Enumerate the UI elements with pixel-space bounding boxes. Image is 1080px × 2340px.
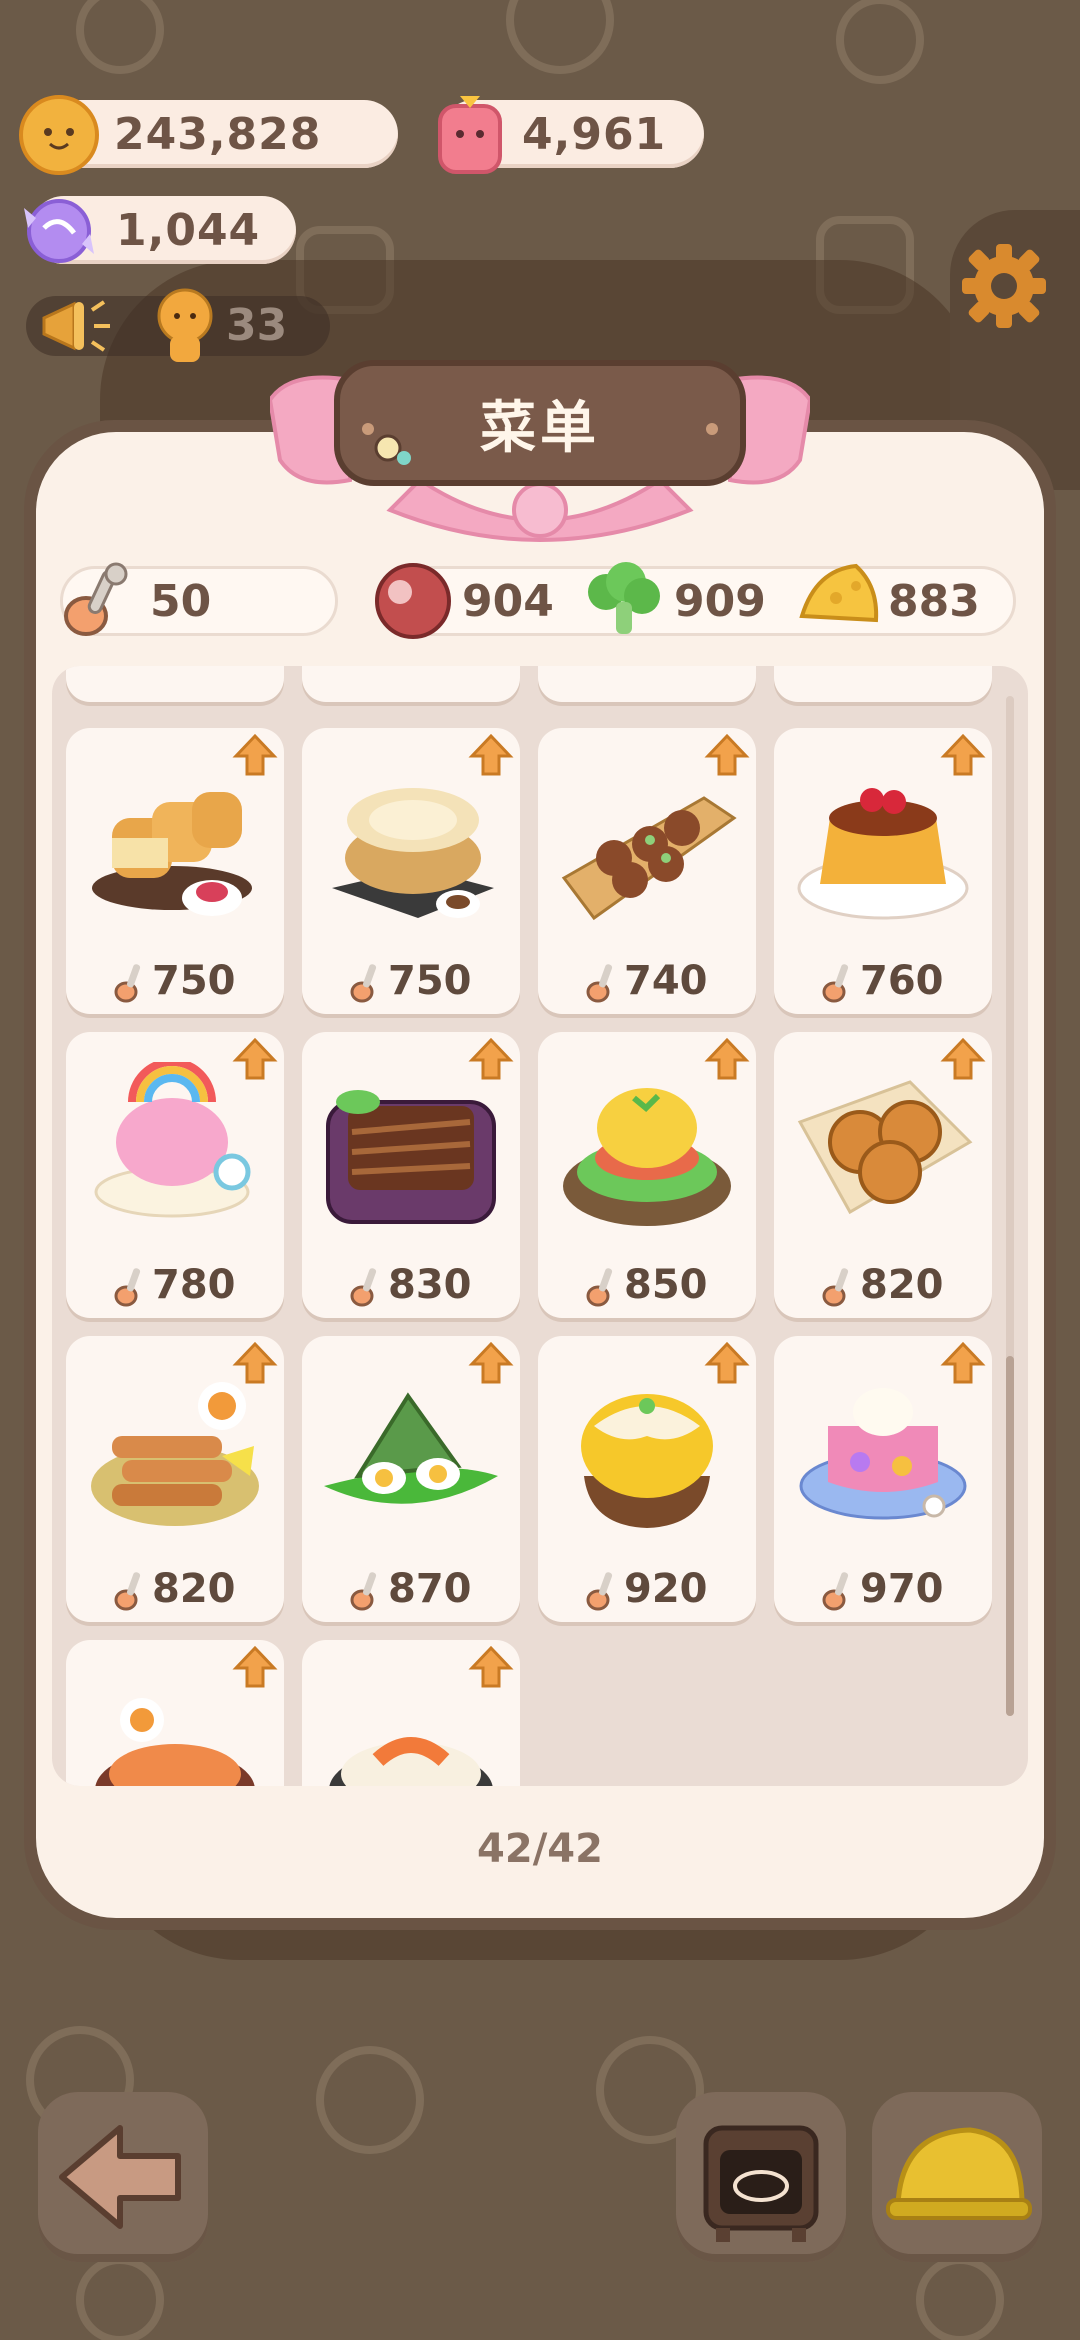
recipe-tile-partial[interactable] [66, 1640, 284, 1786]
spoon-count: 50 [150, 576, 212, 627]
takoyaki-icon [561, 796, 737, 921]
spoon-price-icon [350, 964, 377, 1003]
recipe-price: 830 [388, 1262, 472, 1308]
recipe-grid[interactable]: 750 750 740 760 780 830 850 820 820 870 … [52, 666, 1028, 1786]
spoon-price-icon [114, 964, 141, 1003]
spoon-icon [64, 562, 128, 636]
recipe-price: 740 [624, 958, 708, 1004]
spoon-price-icon [586, 1572, 613, 1611]
noodle-dish-icon [95, 1698, 255, 1786]
pink-gem-icon [438, 96, 502, 174]
braised-eel-icon [326, 1090, 496, 1224]
skewers-icon [91, 1382, 259, 1526]
recipe-price: 820 [152, 1566, 236, 1612]
kitchen-button[interactable] [676, 2092, 846, 2262]
spoon-price-icon [822, 964, 849, 1003]
shaved-ice-icon [581, 1394, 713, 1528]
spoon-price-icon [114, 1268, 141, 1307]
recipe-tile-bread[interactable]: 750 [66, 728, 284, 1014]
back-button[interactable] [38, 2092, 208, 2262]
recipe-price: 850 [624, 1262, 708, 1308]
megaphone-icon [42, 300, 110, 352]
heart-badge-icon [374, 434, 411, 465]
spoon-price-icon [350, 1572, 377, 1611]
cookie-icon [19, 95, 99, 175]
scrollbar-thumb[interactable] [1006, 1356, 1014, 1716]
gear-icon[interactable] [956, 238, 1052, 334]
spoon-price-icon [822, 1268, 849, 1307]
hard-hat-icon [886, 2127, 1032, 2220]
build-button[interactable] [872, 2092, 1042, 2262]
recipe-price: 780 [152, 1262, 236, 1308]
bread-icon [92, 792, 252, 916]
recipe-tile-rainbow-cupcake[interactable]: 780 [66, 1032, 284, 1318]
recipe-price: 920 [624, 1566, 708, 1612]
spoon-price-icon [822, 1572, 849, 1611]
recipe-tile-partial[interactable] [66, 666, 284, 702]
recipe-tile-shaved-ice[interactable]: 920 [538, 1336, 756, 1622]
cheese-icon [799, 563, 879, 623]
recipe-price: 970 [860, 1566, 944, 1612]
jelly-cake-icon [799, 1388, 967, 1520]
recipe-tile-apple-pie[interactable]: 820 [774, 1032, 992, 1318]
cheese-count: 883 [888, 576, 980, 627]
broccoli-icon [588, 562, 660, 634]
meat-count: 904 [462, 576, 554, 627]
broccoli-count: 909 [674, 576, 766, 627]
recipe-price: 750 [152, 958, 236, 1004]
recipe-tile-eggs-benedict[interactable]: 850 [538, 1032, 756, 1318]
candy-icon [24, 199, 94, 263]
recipe-tile-jelly-cake[interactable]: 970 [774, 1336, 992, 1622]
recipe-tile-partial[interactable] [538, 666, 756, 702]
oven-icon [703, 2125, 819, 2242]
meat-icon [375, 563, 451, 639]
spoon-price-icon [114, 1572, 141, 1611]
recipe-price: 870 [388, 1566, 472, 1612]
spoon-price-icon [586, 1268, 613, 1307]
recipe-tile-partial[interactable] [774, 666, 992, 702]
spoon-price-icon [350, 1268, 377, 1307]
rainbow-cupcake-icon [94, 1062, 251, 1218]
menu-title-plaque: 菜单 [334, 360, 746, 486]
seafood-dish-icon [329, 1737, 493, 1786]
chef-character-icon [157, 288, 213, 362]
recipe-price: 750 [388, 958, 472, 1004]
spoon-price-icon [586, 964, 613, 1003]
recipe-tile-pudding[interactable]: 760 [774, 728, 992, 1014]
recipe-tile-skewers[interactable]: 820 [66, 1336, 284, 1622]
eggs-benedict-icon [563, 1088, 731, 1226]
recipe-tile-braised-eel[interactable]: 830 [302, 1032, 520, 1318]
recipe-price: 760 [860, 958, 944, 1004]
recipe-tile-partial[interactable] [302, 666, 520, 702]
recipe-tile-takoyaki[interactable]: 740 [538, 728, 756, 1014]
apple-pie-icon [797, 1080, 973, 1215]
pudding-icon [797, 788, 969, 920]
zongzi-icon [324, 1392, 498, 1504]
recipe-tile-partial[interactable] [302, 1640, 520, 1786]
xiaolongbao-icon [332, 788, 494, 918]
recipe-tile-zongzi[interactable]: 870 [302, 1336, 520, 1622]
back-arrow-icon [59, 2125, 181, 2229]
page-title: 菜单 [480, 395, 600, 461]
recipe-tile-xiaolongbao[interactable]: 750 [302, 728, 520, 1014]
recipe-counter: 42/42 [477, 1826, 603, 1872]
recipe-price: 820 [860, 1262, 944, 1308]
